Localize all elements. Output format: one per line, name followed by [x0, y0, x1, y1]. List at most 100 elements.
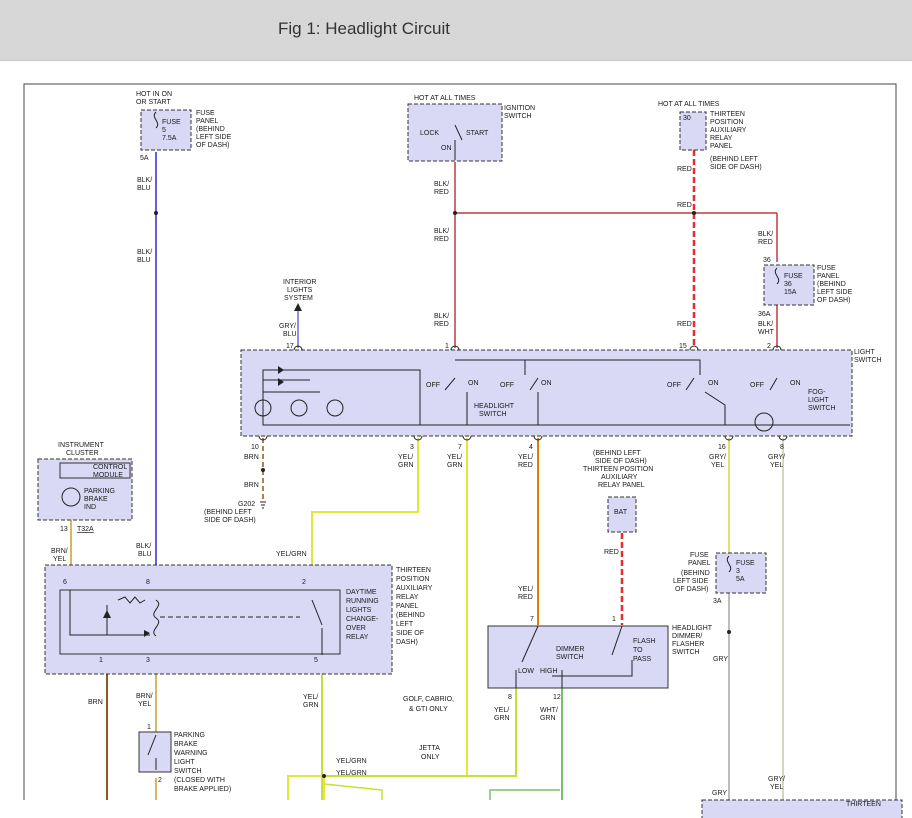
label-yelred-2a: YEL/	[518, 586, 533, 593]
label-cm2: MODULE	[93, 472, 123, 479]
label-blu1: BLU	[137, 185, 151, 192]
label-t32a: T32A	[77, 526, 94, 533]
label-pin-7: 7	[458, 444, 462, 451]
label-drl6: RELAY	[346, 634, 369, 641]
label-red-2: RED	[677, 202, 692, 209]
label-yelred-1b: RED	[518, 462, 533, 469]
label-dim2: SWITCH	[556, 654, 584, 661]
label-on1: ON	[468, 380, 479, 387]
label-whtgrn-b: GRN	[540, 715, 556, 722]
label-ign2: SWITCH	[504, 113, 532, 120]
label-whtgrn-a: WHT/	[540, 707, 558, 714]
label-hd4: SWITCH	[672, 649, 700, 656]
label-pin-16: 16	[718, 444, 726, 451]
label-fp4: LEFT SIDE	[196, 134, 232, 141]
label-yelgrn-2a: YEL/	[447, 454, 462, 461]
drl-relay-box	[59, 589, 341, 655]
label-tp5: PANEL	[710, 143, 733, 150]
label-blk2: BLK/	[137, 249, 152, 256]
label-ign1: IGNITION	[504, 105, 535, 112]
label-pin-2b: 2	[302, 579, 306, 586]
label-fp3-4: LEFT SIDE	[673, 578, 709, 585]
label-bat: BAT	[614, 509, 628, 516]
label-pbw5: SWITCH	[174, 768, 202, 775]
ground-g202-symbol	[260, 501, 266, 509]
label-on3: ON	[708, 380, 719, 387]
label-brnyel-1b: YEL	[53, 556, 66, 563]
label-dim1: DIMMER	[556, 646, 584, 653]
label-drp4: RELAY	[396, 594, 419, 601]
label-blkred-4a: BLK/	[758, 231, 773, 238]
label-drl5: OVER	[346, 625, 366, 632]
label-fuse3-c: 5A	[736, 576, 745, 583]
label-pin-30: 30	[683, 115, 691, 122]
label-blkred-4b: RED	[758, 239, 773, 246]
label-blk1: BLK/	[137, 177, 152, 184]
label-drp6: (BEHIND	[396, 612, 425, 619]
label-gryyel-3a: GRY/	[768, 776, 785, 783]
label-hot-all-2: HOT AT ALL TIMES	[658, 101, 720, 108]
label-fp3: (BEHIND	[196, 126, 225, 133]
label-tp2: POSITION	[710, 119, 743, 126]
label-fp3-3: (BEHIND	[681, 570, 710, 577]
label-g202-b: (BEHIND LEFT	[204, 509, 253, 516]
label-off2: OFF	[500, 382, 514, 389]
label-blkred-3b: RED	[434, 321, 449, 328]
label-blkblu-3a: BLK/	[136, 543, 151, 550]
label-pin-12: 12	[553, 694, 561, 701]
label-pbw6: (CLOSED WITH	[174, 777, 225, 784]
label-hl2: SWITCH	[479, 411, 507, 418]
label-ic1: INSTRUMENT	[58, 442, 105, 449]
label-fp36-3: (BEHIND	[817, 281, 846, 288]
label-golf2: & GTI ONLY	[409, 706, 448, 713]
label-brnyel-1a: BRN/	[51, 548, 68, 555]
label-on: ON	[441, 145, 452, 152]
label-pbw3: WARNING	[174, 750, 208, 757]
label-rp2: SIDE OF DASH)	[595, 458, 647, 465]
label-rp1: (BEHIND LEFT	[593, 450, 642, 457]
wire-wht-grn-lower	[489, 789, 560, 800]
label-pin-5a: 5A	[140, 155, 149, 162]
label-hd1: HEADLIGHT	[672, 625, 713, 632]
label-rp4: AUXILIARY	[601, 474, 638, 481]
label-fog3: SWITCH	[808, 405, 836, 412]
label-fuse36-c: 15A	[784, 289, 797, 296]
label-red-3: RED	[677, 321, 692, 328]
label-pin-5b: 5	[314, 657, 318, 664]
label-drp2: POSITION	[396, 576, 429, 583]
label-fuse5-a: FUSE	[162, 119, 181, 126]
label-fuse3-a: FUSE	[736, 560, 755, 567]
label-gry-2: GRY	[712, 790, 727, 797]
label-hl1: HEADLIGHT	[474, 403, 515, 410]
label-yelgrn-6: YEL/GRN	[336, 758, 367, 765]
label-pin-4: 4	[529, 444, 533, 451]
label-thirteen-cut: THIRTEEN	[846, 801, 881, 808]
label-fp3-2: PANEL	[688, 560, 711, 567]
label-brn-2: BRN	[244, 482, 259, 489]
label-int2: LIGHTS	[287, 287, 313, 294]
label-fp36-5: OF DASH)	[817, 297, 850, 304]
label-blkblu-3b: BLU	[138, 551, 152, 558]
label-blu2: BLU	[137, 257, 151, 264]
label-off4: OFF	[750, 382, 764, 389]
label-brn-1: BRN	[244, 454, 259, 461]
label-brn-3: BRN	[88, 699, 103, 706]
label-fog2: LIGHT	[808, 397, 829, 404]
label-on2: ON	[541, 380, 552, 387]
label-fuse5-c: 7.5A	[162, 135, 177, 142]
label-drl3: LIGHTS	[346, 607, 372, 614]
label-fp36-4: LEFT SIDE	[817, 289, 853, 296]
label-pin-15: 15	[679, 343, 687, 350]
label-pin-7b: 7	[530, 616, 534, 623]
label-lock: LOCK	[420, 130, 439, 137]
label-pin-8c: 8	[508, 694, 512, 701]
label-blkwht-b: WHT	[758, 329, 775, 336]
wire-yel-grn-lower	[323, 783, 383, 800]
label-flash3: PASS	[633, 656, 651, 663]
label-off1: OFF	[426, 382, 440, 389]
label-pb1: PARKING	[84, 488, 115, 495]
label-gryyel-3b: YEL	[770, 784, 783, 791]
label-yelred-2b: RED	[518, 594, 533, 601]
label-fuse36-b: 36	[784, 281, 792, 288]
label-g202: G202	[238, 501, 255, 508]
